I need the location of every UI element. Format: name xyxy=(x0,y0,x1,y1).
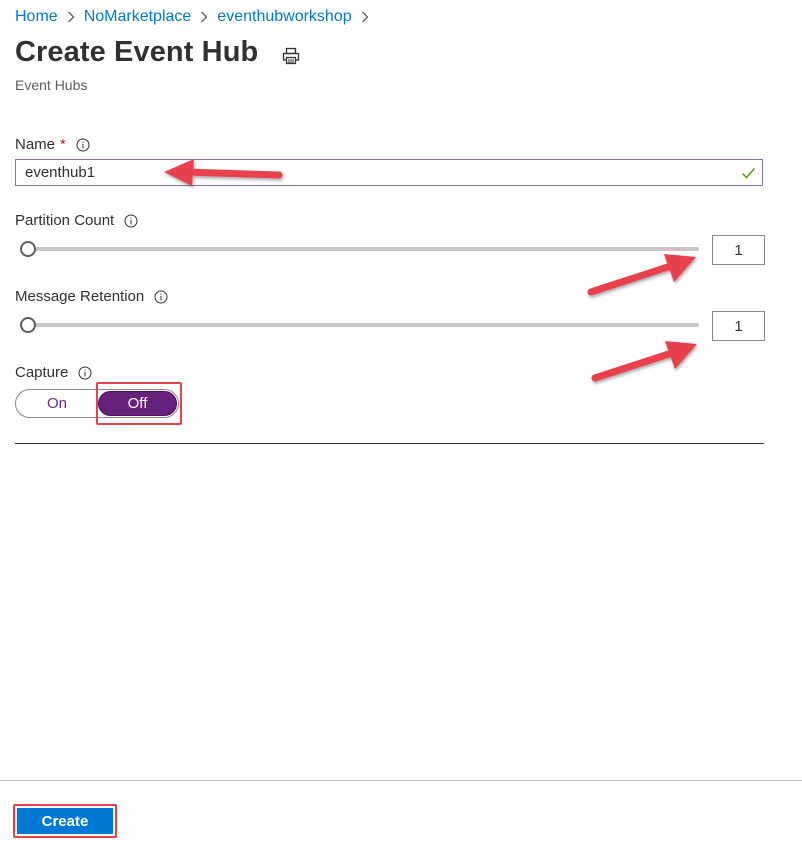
capture-label-text: Capture xyxy=(15,364,69,381)
message-retention-slider-thumb[interactable] xyxy=(20,317,36,333)
info-icon[interactable] xyxy=(78,366,92,380)
create-button[interactable]: Create xyxy=(17,808,113,834)
red-arrow-retention xyxy=(591,341,697,382)
required-asterisk: * xyxy=(60,136,66,153)
name-field[interactable] xyxy=(15,159,763,186)
partition-count-input[interactable]: 1 xyxy=(712,235,765,265)
info-icon[interactable] xyxy=(154,290,168,304)
name-input[interactable] xyxy=(16,160,715,185)
page-subtitle: Event Hubs xyxy=(15,77,88,93)
page-title: Create Event Hub xyxy=(15,36,259,68)
info-icon[interactable] xyxy=(124,214,138,228)
chevron-right-icon xyxy=(361,11,369,23)
section-divider xyxy=(15,443,764,444)
print-icon[interactable] xyxy=(282,47,300,65)
annotation-arrows xyxy=(164,159,697,382)
message-retention-input[interactable]: 1 xyxy=(712,311,765,341)
message-retention-label: Message Retention xyxy=(15,288,168,305)
partition-count-slider-thumb[interactable] xyxy=(20,241,36,257)
breadcrumb: Home NoMarketplace eventhubworkshop xyxy=(15,6,378,28)
red-arrow-partition xyxy=(587,254,696,296)
breadcrumb-home[interactable]: Home xyxy=(15,8,58,26)
chevron-right-icon xyxy=(67,11,75,23)
name-label: Name * xyxy=(15,136,90,153)
checkmark-icon xyxy=(741,166,756,180)
info-icon[interactable] xyxy=(76,138,90,152)
partition-count-slider-track[interactable] xyxy=(20,247,699,251)
off-highlight-box xyxy=(96,382,182,425)
message-retention-label-text: Message Retention xyxy=(15,288,145,305)
capture-on-option[interactable]: On xyxy=(16,390,98,417)
capture-label: Capture xyxy=(15,364,92,381)
message-retention-slider-track[interactable] xyxy=(20,323,699,327)
breadcrumb-nomarketplace[interactable]: NoMarketplace xyxy=(84,8,192,26)
name-label-text: Name xyxy=(15,136,56,153)
footer-divider xyxy=(0,780,802,781)
partition-count-label-text: Partition Count xyxy=(15,212,115,229)
chevron-right-icon xyxy=(200,11,208,23)
partition-count-label: Partition Count xyxy=(15,212,138,229)
breadcrumb-eventhubworkshop[interactable]: eventhubworkshop xyxy=(217,8,351,26)
